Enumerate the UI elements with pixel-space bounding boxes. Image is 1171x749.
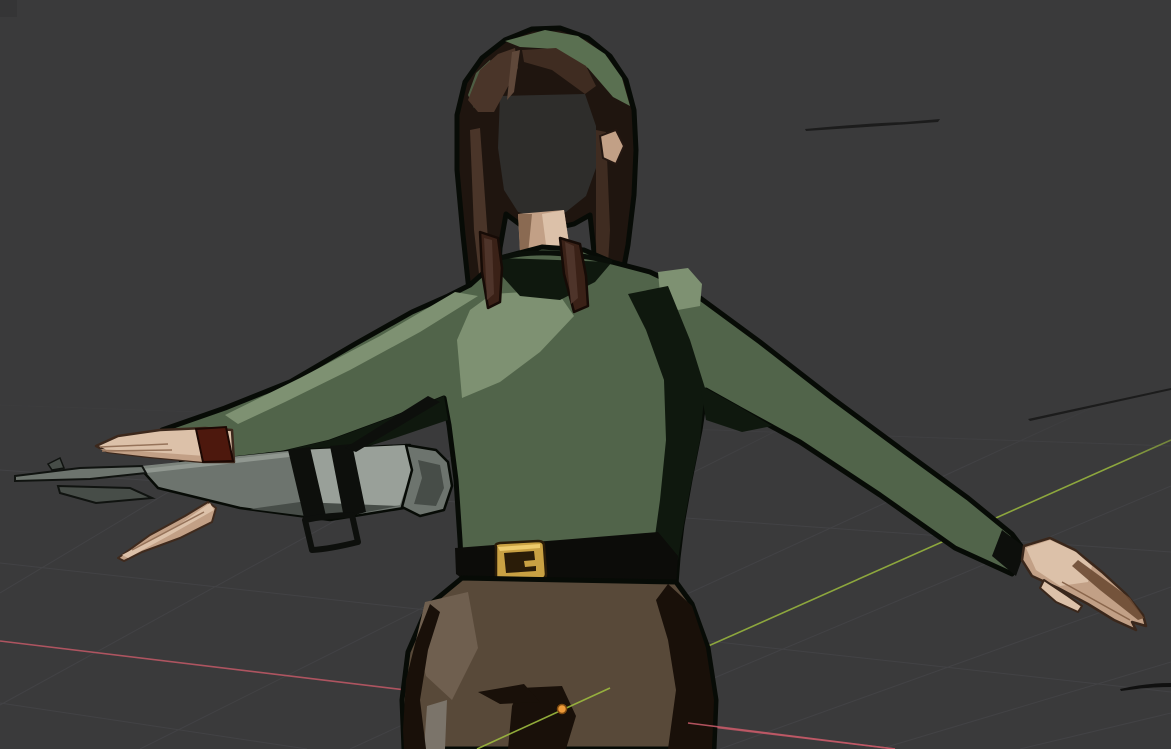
- viewport-canvas[interactable]: [0, 0, 1171, 749]
- pants-patch-left: [424, 700, 447, 749]
- viewport-3d[interactable]: [0, 0, 1171, 749]
- origin-dot[interactable]: [558, 705, 567, 714]
- corner-artifact: [0, 0, 17, 17]
- left-hand-finger-gap-2: [102, 450, 172, 451]
- face-shadow: [498, 94, 596, 218]
- left-cuff-maroon: [196, 427, 233, 462]
